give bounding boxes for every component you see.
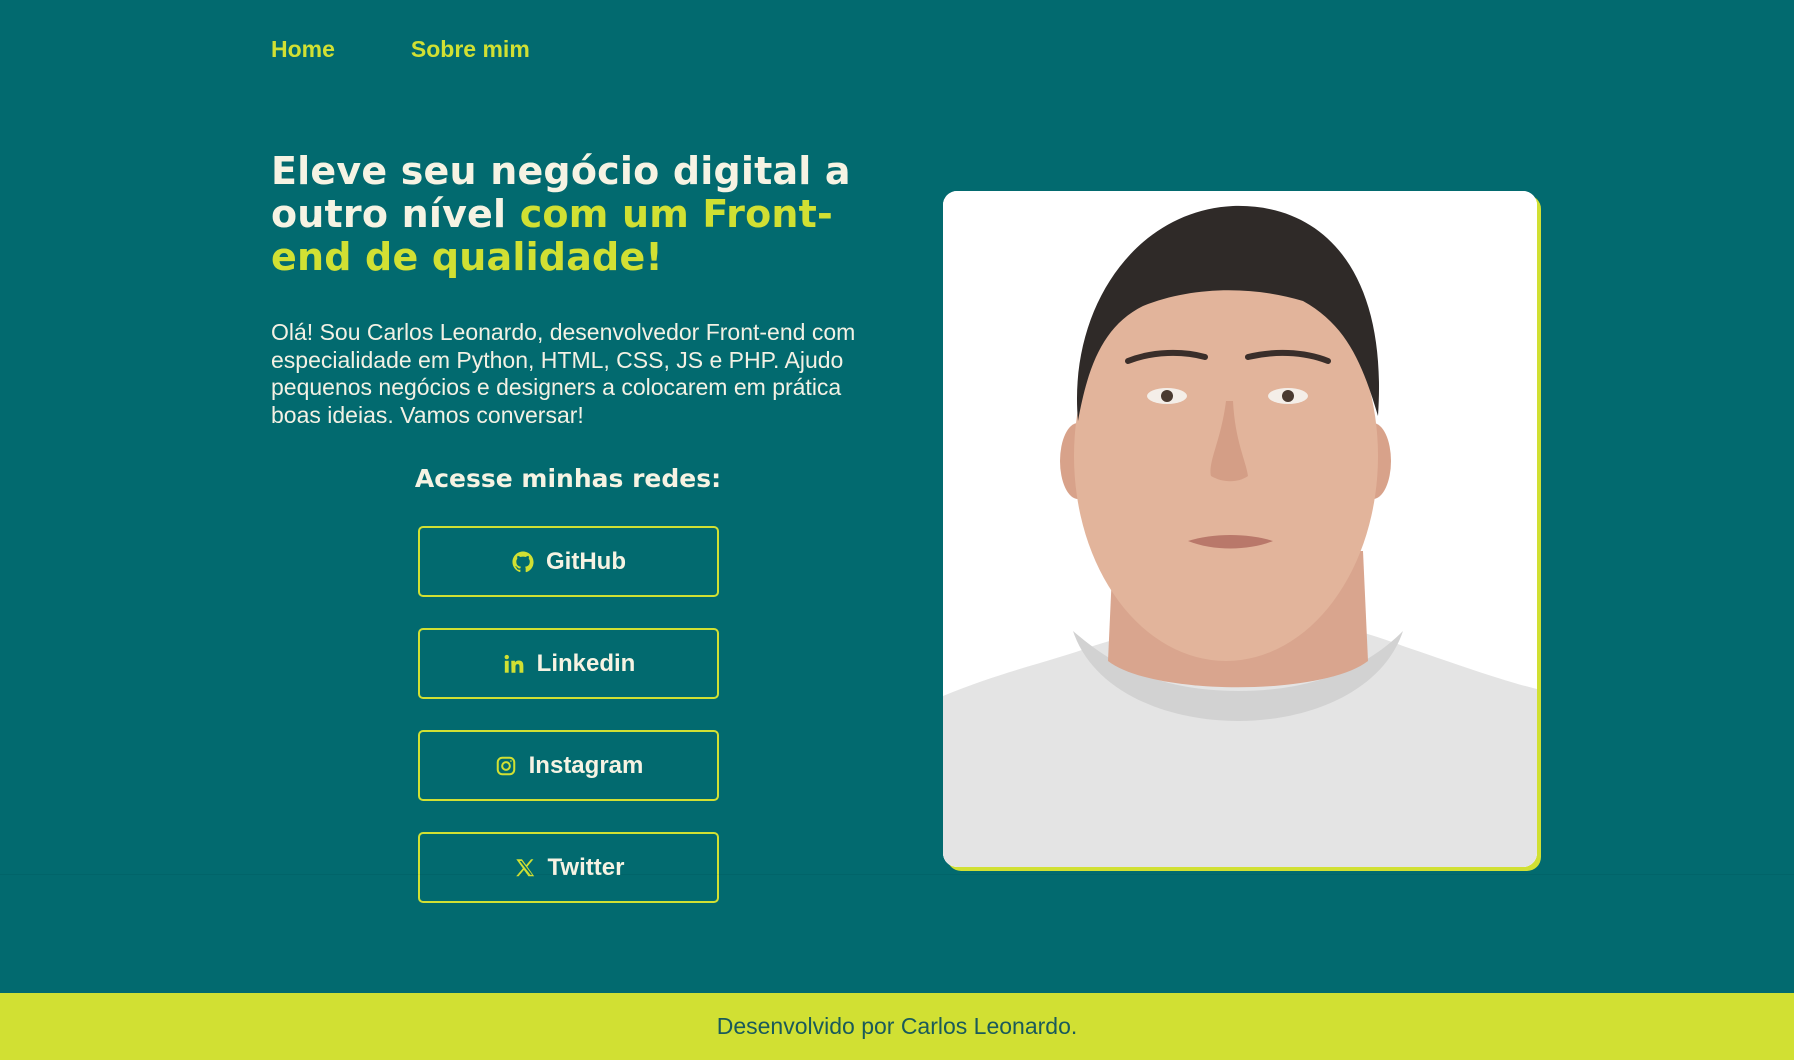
intro-text: Olá! Sou Carlos Leonardo, desenvolvedor … — [271, 319, 856, 428]
linkedin-icon — [502, 652, 526, 676]
profile-photo — [943, 191, 1537, 867]
nav-home-link[interactable]: Home — [271, 36, 335, 63]
footer-text: Desenvolvido por Carlos Leonardo. — [716, 1013, 1078, 1039]
github-button[interactable]: GitHub — [418, 526, 719, 597]
portrait-image — [943, 191, 1537, 867]
nav-about-link[interactable]: Sobre mim — [411, 36, 530, 63]
top-nav: Home Sobre mim — [271, 36, 530, 63]
x-twitter-icon — [513, 856, 537, 880]
footer: Desenvolvido por Carlos Leonardo. — [0, 993, 1794, 1060]
networks-title: Acesse minhas redes: — [414, 464, 722, 493]
github-icon — [511, 550, 535, 574]
section-divider — [0, 874, 1794, 875]
hero-title: Eleve seu negócio digital a outro nível … — [271, 150, 891, 279]
twitter-button[interactable]: Twitter — [418, 832, 719, 903]
linkedin-label: Linkedin — [536, 649, 636, 677]
github-label: GitHub — [546, 547, 626, 575]
instagram-label: Instagram — [528, 751, 644, 779]
instagram-button[interactable]: Instagram — [418, 730, 719, 801]
twitter-label: Twitter — [547, 853, 625, 881]
linkedin-button[interactable]: Linkedin — [418, 628, 719, 699]
instagram-icon — [494, 754, 518, 778]
